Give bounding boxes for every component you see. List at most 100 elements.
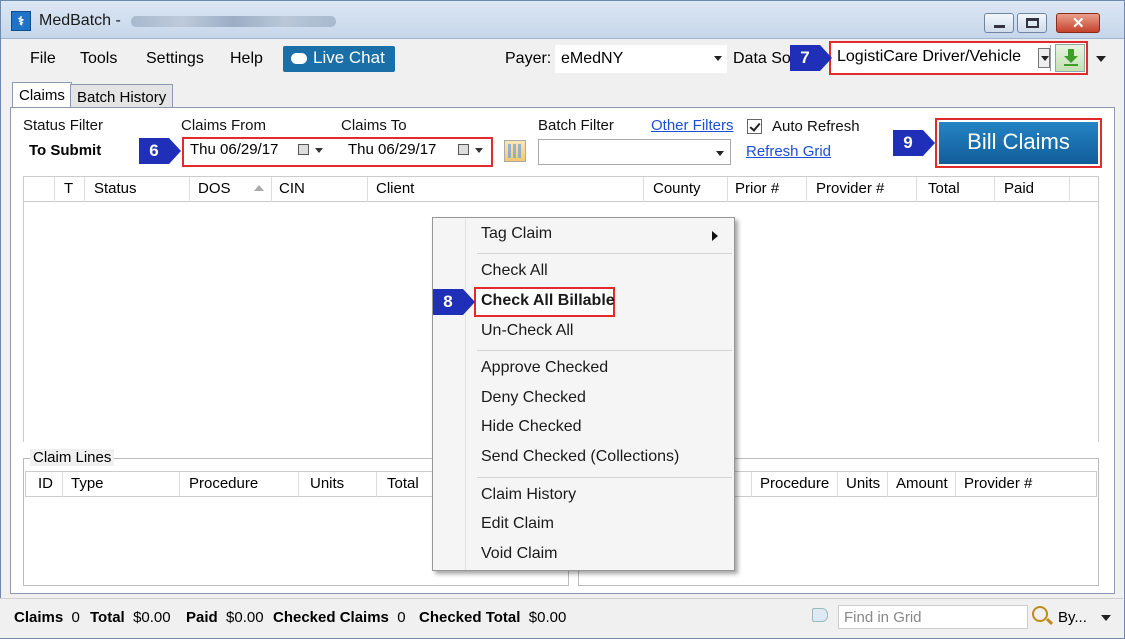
live-chat-button[interactable]: Live Chat [283,46,395,72]
column-provider-detail[interactable]: Provider # [964,475,1032,492]
maximize-button[interactable] [1017,13,1047,33]
minimize-icon [994,25,1005,28]
column-divider [271,177,272,202]
data-source-select[interactable]: LogistiCare Driver/Vehicle [833,45,1051,71]
overflow-chevron-icon[interactable] [1096,56,1106,62]
menu-claim-history[interactable]: Claim History [481,486,576,504]
claims-count-label: Claims [14,609,64,626]
claims-count-value: 0 [71,609,80,626]
menu-void-claim[interactable]: Void Claim [481,545,557,563]
menu-separator [477,477,732,478]
menu-edit-claim[interactable]: Edit Claim [481,515,554,533]
download-button[interactable] [1055,44,1085,72]
menu-check-all-billable[interactable]: Check All Billable [481,292,615,310]
column-cin[interactable]: CIN [279,180,305,197]
column-divider [837,472,838,497]
claims-from-label: Claims From [181,117,266,134]
find-in-grid-input[interactable]: Find in Grid [838,605,1028,629]
auto-refresh-label: Auto Refresh [772,118,860,135]
column-type[interactable]: Type [71,475,104,492]
menu-hide-checked[interactable]: Hide Checked [481,418,582,436]
batch-filter-select[interactable] [538,139,731,165]
column-divider [727,177,728,202]
column-status[interactable]: Status [94,180,137,197]
paid-value: $0.00 [226,609,264,626]
column-amount[interactable]: Amount [896,475,948,492]
download-arrow-icon [1064,49,1078,66]
tab-batch-history[interactable]: Batch History [70,84,174,108]
menu-help[interactable]: Help [230,50,263,68]
menu-send-checked[interactable]: Send Checked (Collections) [481,448,679,466]
redacted-title [131,16,336,27]
column-prior[interactable]: Prior # [735,180,779,197]
claims-to-label: Claims To [341,117,407,134]
column-divider [189,177,190,202]
column-id[interactable]: ID [38,475,53,492]
menu-tag-claim[interactable]: Tag Claim [481,225,552,243]
chevron-down-icon[interactable] [1101,615,1111,621]
column-line-total[interactable]: Total [387,475,419,492]
status-paid: Paid $0.00 [186,609,264,626]
column-client[interactable]: Client [376,180,414,197]
column-units-detail[interactable]: Units [846,475,880,492]
column-divider [887,472,888,497]
claims-grid-header: T Status DOS CIN Client County Prior # P… [23,176,1099,202]
column-divider [62,472,63,497]
menu-separator [477,350,732,351]
column-divider [916,177,917,202]
callout-arrow-icon [820,45,832,71]
tab-claims[interactable]: Claims [12,82,72,109]
column-county[interactable]: County [653,180,701,197]
app-logo-icon: ⚕ [11,11,31,31]
data-source-label: Data Source [733,50,793,67]
other-filters-link[interactable]: Other Filters [651,117,734,134]
column-divider [84,177,85,202]
chevron-down-icon [714,56,722,61]
menu-check-all[interactable]: Check All [481,262,548,280]
paid-label: Paid [186,609,218,626]
menu-approve-checked[interactable]: Approve Checked [481,359,608,377]
minimize-button[interactable] [984,13,1014,33]
menu-file[interactable]: File [30,50,56,68]
checked-claims-value: 0 [397,609,406,626]
window-title: MedBatch - [39,12,121,29]
menu-tools[interactable]: Tools [80,50,117,68]
column-divider [751,472,752,497]
grid-layout-icon[interactable] [504,140,526,162]
column-procedure-detail[interactable]: Procedure [760,475,829,492]
live-chat-label: Live Chat [313,48,385,67]
column-provider[interactable]: Provider # [816,180,884,197]
column-dos[interactable]: DOS [198,180,231,197]
close-button[interactable]: ✕ [1056,13,1100,33]
search-by-dropdown[interactable]: By... [1058,609,1087,626]
date-range-highlight [182,137,493,167]
column-t[interactable]: T [64,180,73,197]
status-filter-label: Status Filter [23,117,104,134]
checked-total-label: Checked Total [419,609,521,626]
payer-select[interactable]: eMedNY [555,45,727,73]
title-bar: ⚕ MedBatch - ✕ [1,1,1124,39]
callout-number: 7 [790,45,820,71]
column-divider [643,177,644,202]
column-procedure[interactable]: Procedure [189,475,258,492]
menu-settings[interactable]: Settings [146,50,204,68]
bill-claims-button[interactable]: Bill Claims [939,122,1098,164]
data-source-value: LogistiCare Driver/Vehicle [837,48,1022,65]
data-source-dropdown-button[interactable] [1038,48,1050,68]
search-icon[interactable] [1032,606,1048,622]
checked-claims-label: Checked Claims [273,609,389,626]
auto-refresh-checkbox[interactable] [747,119,762,134]
refresh-grid-link[interactable]: Refresh Grid [746,143,831,160]
column-paid[interactable]: Paid [1004,180,1034,197]
column-divider [367,177,368,202]
column-units[interactable]: Units [310,475,344,492]
column-divider [806,177,807,202]
menu-deny-checked[interactable]: Deny Checked [481,389,586,407]
menu-uncheck-all[interactable]: Un-Check All [481,322,573,340]
column-divider [376,472,377,497]
column-divider [54,177,55,202]
callout-arrow-icon [923,130,935,156]
close-icon: ✕ [1072,15,1085,32]
column-total[interactable]: Total [928,180,960,197]
column-divider [298,472,299,497]
